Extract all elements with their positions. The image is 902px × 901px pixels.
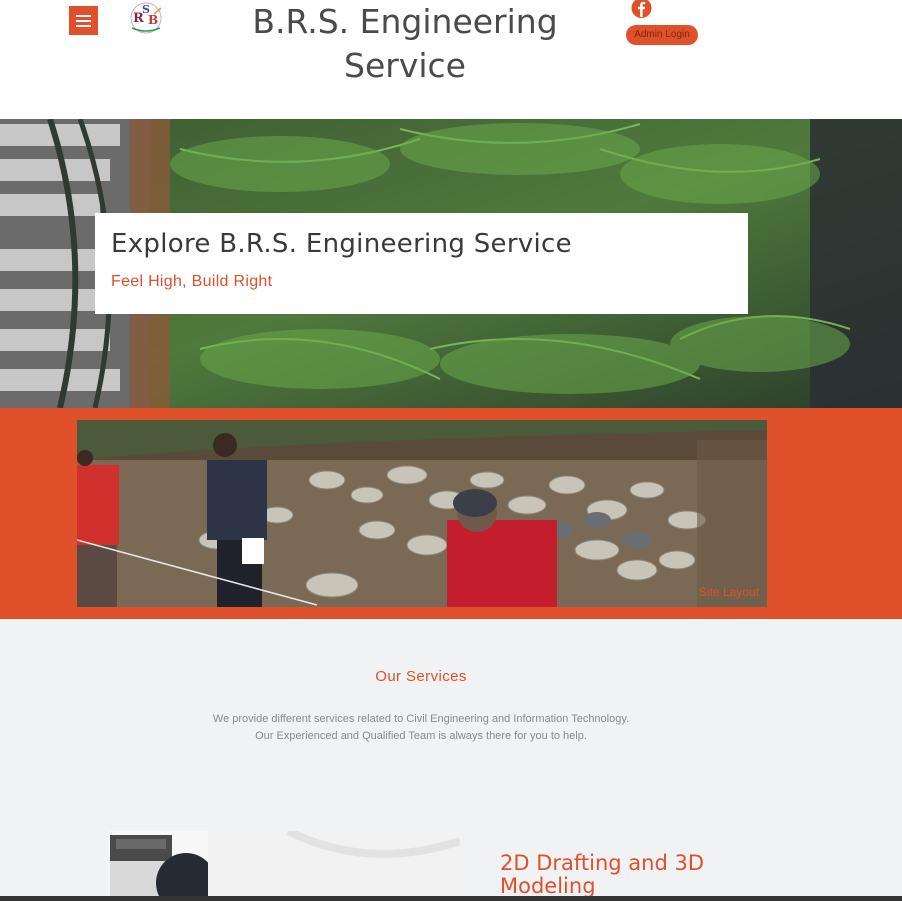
brs-logo[interactable]: R S B xyxy=(124,0,168,36)
svg-text:B: B xyxy=(148,13,158,27)
facebook-icon[interactable] xyxy=(631,0,652,18)
admin-login-button[interactable]: Admin Login xyxy=(626,25,698,45)
hamburger-icon xyxy=(76,14,91,17)
hero-card: Explore B.R.S. Engineering Service Feel … xyxy=(95,213,748,314)
services-description-line-2: Our Experienced and Qualified Team is al… xyxy=(255,730,587,742)
service-image xyxy=(108,831,460,901)
hamburger-menu-button[interactable] xyxy=(69,6,98,35)
site-title: B.R.S. Engineering Service xyxy=(252,2,558,85)
hero-title: Explore B.R.S. Engineering Service xyxy=(111,229,572,259)
bottom-scroll-bar xyxy=(0,896,902,901)
services-description: We provide different services related to… xyxy=(0,711,842,745)
hero-subtitle: Feel High, Build Right xyxy=(111,273,273,290)
site-header: R S B B.R.S. Engineering Service Admin L… xyxy=(0,0,902,119)
hero-banner: Explore B.R.S. Engineering Service Feel … xyxy=(0,119,902,408)
services-section-title: Our Services xyxy=(375,668,467,685)
photo-caption: Site Layout xyxy=(698,585,759,599)
site-layout-photo: Site Layout xyxy=(77,420,767,607)
service-title-drafting-modeling[interactable]: 2D Drafting and 3D Modeling xyxy=(500,852,760,898)
services-description-line-1: We provide different services related to… xyxy=(212,713,630,725)
photo-band: Site Layout xyxy=(0,408,902,619)
